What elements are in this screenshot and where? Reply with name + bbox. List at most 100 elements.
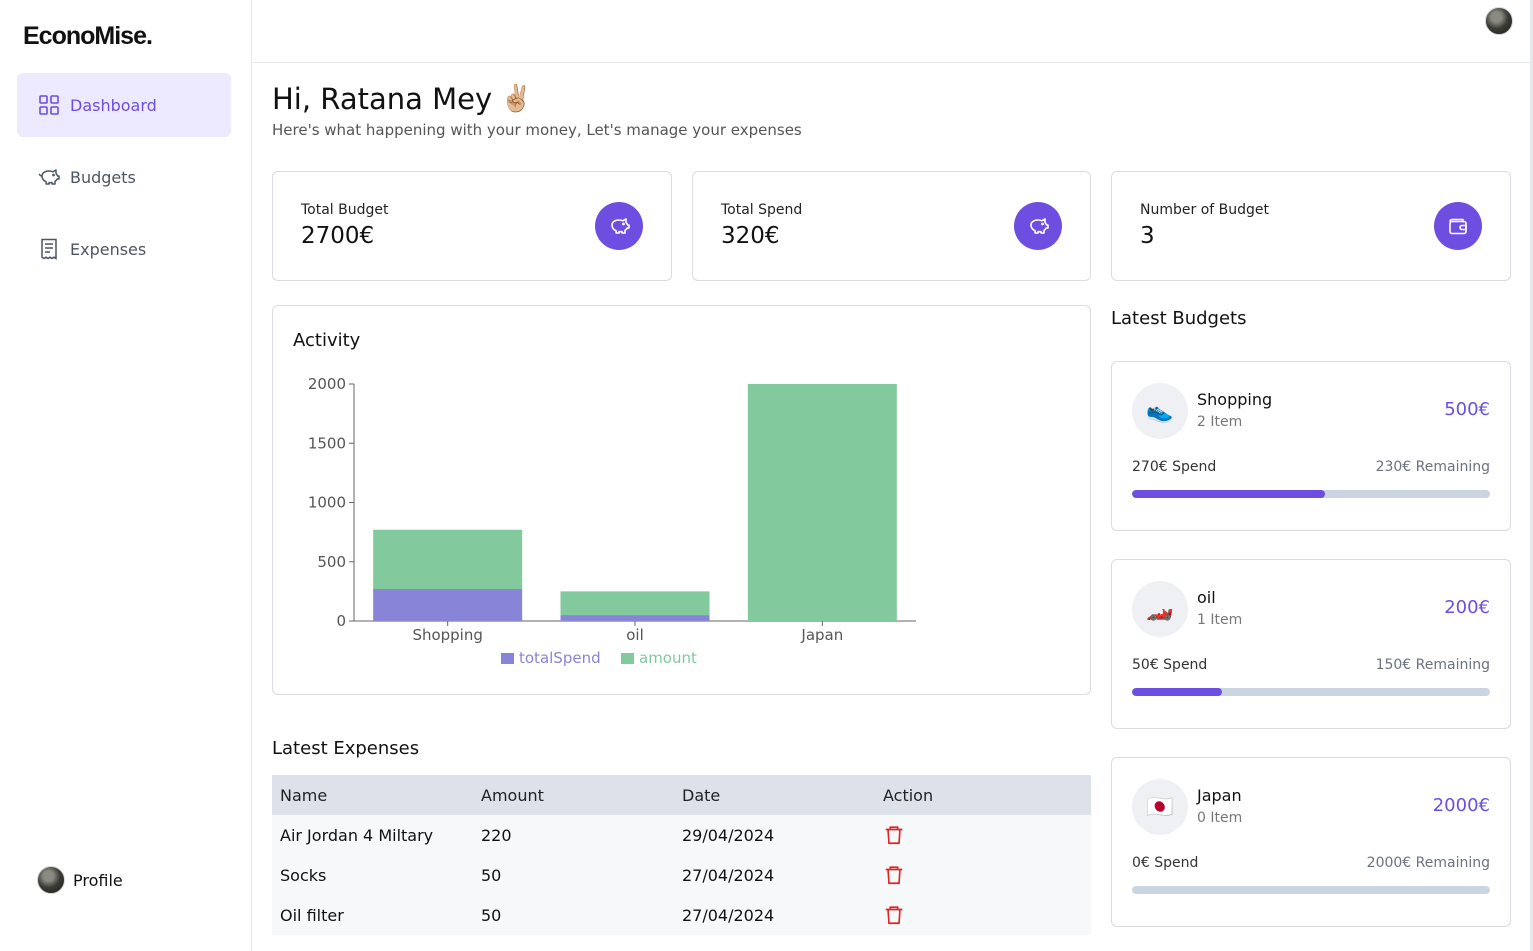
page-title: Hi, Ratana Mey ✌🏼	[272, 82, 533, 116]
budget-progress-fill	[1132, 688, 1222, 696]
x-tick-label: Shopping	[412, 626, 482, 644]
budget-item-count: 0 Item	[1197, 810, 1243, 826]
budget-remaining: 150€ Remaining	[1375, 657, 1490, 673]
expense-date: 27/04/2024	[682, 905, 775, 925]
x-tick-label: oil	[626, 626, 644, 644]
expense-date: 27/04/2024	[682, 865, 775, 885]
trash-icon[interactable]	[883, 904, 1091, 926]
piggy-bank-icon	[595, 202, 643, 250]
bar-amount	[560, 591, 710, 616]
trash-icon[interactable]	[883, 824, 1091, 846]
column-header: Name	[272, 775, 473, 815]
stat-card-number-of-budget: Number of Budget 3	[1111, 171, 1511, 281]
legend-swatch	[501, 653, 514, 664]
legend-swatch	[621, 653, 634, 664]
column-header: Amount	[473, 775, 674, 815]
budget-name: Japan	[1197, 786, 1242, 805]
avatar	[37, 866, 65, 894]
dashboard-grid-icon	[39, 95, 59, 115]
user-avatar[interactable]	[1485, 7, 1513, 35]
budget-remaining: 2000€ Remaining	[1366, 855, 1490, 871]
stat-label: Total Budget	[301, 202, 389, 218]
sidebar-item-label: Expenses	[70, 239, 147, 259]
budget-amount: 200€	[1444, 597, 1490, 618]
budget-card-oil[interactable]: 🏎️ oil 1 Item 200€ 50€ Spend 150€ Remain…	[1111, 559, 1511, 729]
sidebar-item-label: Dashboard	[70, 95, 157, 115]
legend-label: totalSpend	[519, 649, 601, 667]
bar-totalSpend	[560, 615, 710, 621]
budget-spend: 270€ Spend	[1132, 459, 1217, 475]
budget-spend: 0€ Spend	[1132, 855, 1199, 871]
app-logo[interactable]: EconoMise.	[23, 22, 153, 51]
budget-progress-bar	[1132, 688, 1490, 696]
sidebar: EconoMise. Dashboard Budgets Expenses Pr…	[0, 0, 252, 951]
budget-item-count: 1 Item	[1197, 612, 1243, 628]
bar-amount	[373, 529, 523, 590]
piggy-bank-icon	[38, 169, 60, 185]
stat-value: 320€	[721, 223, 780, 249]
budget-name: Shopping	[1197, 390, 1273, 409]
budget-amount: 2000€	[1432, 795, 1490, 816]
column-header: Action	[875, 775, 1091, 815]
expense-amount: 50	[481, 905, 502, 925]
receipt-icon	[41, 238, 57, 260]
y-tick-label: 0	[336, 612, 346, 630]
stat-value: 2700€	[301, 223, 375, 249]
expense-date: 29/04/2024	[682, 825, 775, 845]
budget-progress-fill	[1132, 490, 1326, 498]
victory-hand-icon: ✌🏼	[500, 84, 533, 114]
piggy-bank-icon	[1014, 202, 1062, 250]
expense-name: Socks	[280, 865, 327, 885]
budget-amount: 500€	[1444, 399, 1490, 420]
table-row: Air Jordan 4 Miltary 220 29/04/2024	[272, 815, 1091, 855]
budget-remaining: 230€ Remaining	[1375, 459, 1490, 475]
sidebar-item-label: Budgets	[70, 167, 136, 187]
expense-name: Oil filter	[280, 905, 344, 925]
stat-card-total-spend: Total Spend 320€	[692, 171, 1091, 281]
expense-amount: 220	[481, 825, 512, 845]
y-tick-label: 500	[317, 553, 346, 571]
activity-bar-chart: 0 500 1000 1500 2000 Shopping oil Japan totalSpe…	[308, 375, 916, 667]
stat-label: Number of Budget	[1140, 202, 1269, 218]
race-car-icon: 🏎️	[1132, 581, 1188, 637]
y-tick-label: 2000	[308, 375, 346, 393]
sidebar-item-budgets[interactable]: Budgets	[17, 145, 231, 209]
latest-budgets-title: Latest Budgets	[1111, 308, 1247, 329]
profile-link[interactable]: Profile	[37, 866, 123, 894]
sidebar-item-dashboard[interactable]: Dashboard	[17, 73, 231, 137]
page-subtitle: Here's what happening with your money, L…	[272, 121, 802, 139]
bar-amount	[747, 384, 897, 621]
budget-spend: 50€ Spend	[1132, 657, 1208, 673]
table-row: Oil filter 50 27/04/2024	[272, 895, 1091, 935]
column-header: Date	[674, 775, 875, 815]
activity-chart-card: Activity 0 500 1000 1500 2000 Shopping oil Japa…	[272, 305, 1091, 695]
expense-name: Air Jordan 4 Miltary	[280, 825, 434, 845]
sneaker-icon: 👟	[1132, 383, 1188, 439]
stat-label: Total Spend	[721, 202, 803, 218]
greeting-text: Hi, Ratana Mey	[272, 82, 493, 116]
table-header-row: Name Amount Date Action	[272, 775, 1091, 815]
budget-card-japan[interactable]: 🇯🇵 Japan 0 Item 2000€ 0€ Spend 2000€ Rem…	[1111, 757, 1511, 927]
table-row: Socks 50 27/04/2024	[272, 855, 1091, 895]
y-tick-label: 1000	[308, 494, 346, 512]
x-tick-label: Japan	[800, 626, 843, 644]
budget-progress-bar	[1132, 886, 1490, 894]
budget-card-shopping[interactable]: 👟 Shopping 2 Item 500€ 270€ Spend 230€ R…	[1111, 361, 1511, 531]
japan-flag-icon: 🇯🇵	[1132, 779, 1188, 835]
budget-name: oil	[1197, 588, 1216, 607]
stat-card-total-budget: Total Budget 2700€	[272, 171, 672, 281]
expenses-table: Name Amount Date Action Air Jordan 4 Mil…	[272, 775, 1091, 935]
bar-totalSpend	[373, 589, 523, 621]
trash-icon[interactable]	[883, 864, 1091, 886]
expense-amount: 50	[481, 865, 502, 885]
stat-value: 3	[1140, 223, 1155, 249]
wallet-icon	[1434, 202, 1482, 250]
top-bar	[253, 0, 1531, 63]
y-tick-label: 1500	[308, 434, 346, 452]
budget-item-count: 2 Item	[1197, 414, 1243, 430]
legend-label: amount	[639, 649, 697, 667]
profile-label: Profile	[73, 870, 123, 890]
sidebar-item-expenses[interactable]: Expenses	[17, 217, 231, 281]
latest-expenses-title: Latest Expenses	[272, 738, 420, 759]
budget-progress-bar	[1132, 490, 1490, 498]
